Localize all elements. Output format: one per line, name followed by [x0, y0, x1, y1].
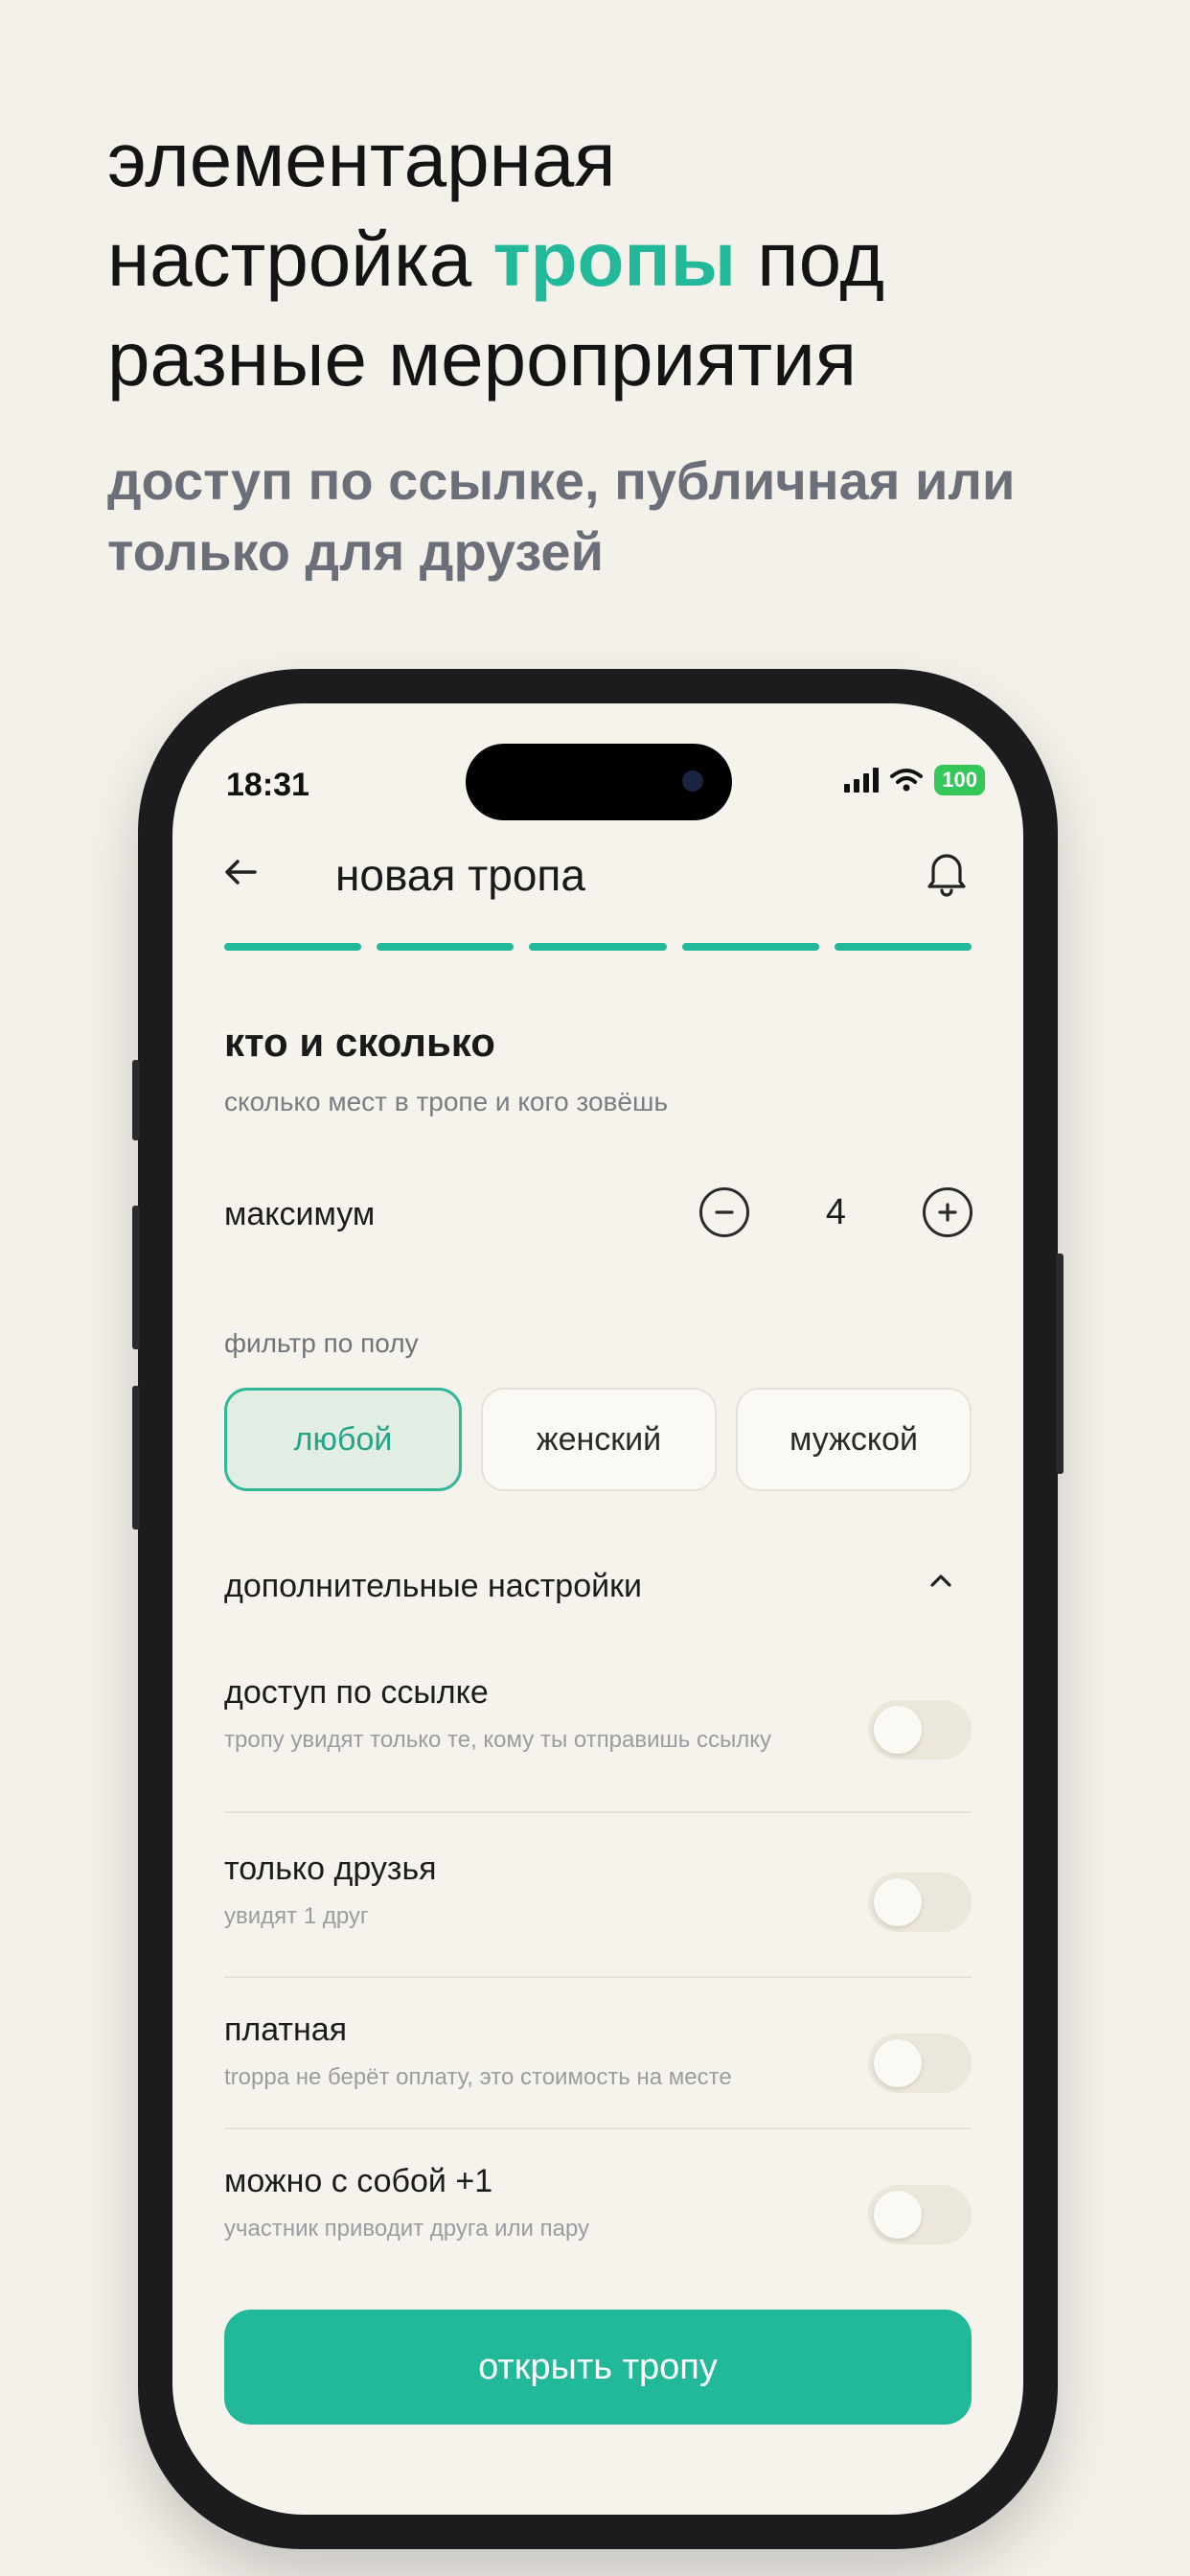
notifications-button[interactable]: [918, 843, 975, 901]
progress-step: [224, 943, 362, 951]
setting-description: тропу увидят только те, кому ты отправиш…: [224, 1727, 771, 1753]
phone-button-power: [1056, 1254, 1064, 1474]
section-title: кто и сколько: [224, 1020, 495, 1065]
setting-row-friends-only: только друзья увидят 1 друг: [224, 1813, 972, 1978]
page-title: новая тропа: [335, 850, 585, 900]
status-indicators: 100: [844, 765, 985, 795]
headline-line-2-post: под: [757, 217, 884, 302]
headline-line-1: элементарная: [107, 117, 616, 202]
section-subtitle: сколько мест в тропе и кого зовёшь: [224, 1087, 669, 1116]
promo-headline: элементарная настройка тропы под разные …: [107, 110, 1142, 409]
open-trail-button[interactable]: открыть тропу: [224, 2310, 972, 2425]
phone-button-volume-up: [132, 1206, 140, 1349]
progress-step: [529, 943, 667, 951]
setting-description: участник приводит друга или пару: [224, 2216, 590, 2242]
switch-knob: [874, 1706, 922, 1754]
headline-line-2-pre: настройка: [107, 217, 472, 302]
setting-description: troppa не берёт оплату, это стоимость на…: [224, 2064, 732, 2090]
setting-row-plus-one: можно с собой +1 участник приводит друга…: [224, 2129, 972, 2279]
progress-step: [834, 943, 973, 951]
setting-description: увидят 1 друг: [224, 1903, 369, 1929]
gender-filter-label: фильтр по полу: [224, 1328, 419, 1358]
status-time: 18:31: [226, 767, 309, 803]
link-access-switch[interactable]: [868, 1700, 972, 1760]
maximum-stepper: 4: [699, 1183, 973, 1242]
back-button[interactable]: [215, 845, 268, 899]
headline-line-2: настройка тропы под: [107, 210, 1142, 310]
switch-knob: [874, 1878, 922, 1926]
headline-line-3: разные мероприятия: [107, 316, 858, 402]
plus-circle-icon: [938, 1203, 957, 1222]
decrement-button[interactable]: [699, 1187, 749, 1237]
advanced-collapse-button[interactable]: [926, 1566, 956, 1605]
setting-title: платная: [224, 2012, 348, 2048]
maximum-label: максимум: [224, 1196, 376, 1232]
plus-one-switch[interactable]: [868, 2185, 972, 2244]
friends-only-switch[interactable]: [868, 1873, 972, 1932]
setting-title: можно с собой +1: [224, 2163, 493, 2199]
chevron-up-icon: [930, 1575, 951, 1587]
phone-button-volume-down: [132, 1386, 140, 1530]
bell-icon: [927, 854, 966, 897]
progress-step: [681, 943, 819, 951]
setting-title: только друзья: [224, 1851, 437, 1887]
arrow-left-icon: [225, 860, 257, 885]
headline-accent: тропы: [492, 217, 737, 302]
switch-knob: [874, 2191, 922, 2239]
step-progress: [224, 943, 973, 951]
setting-row-link-access: доступ по ссылке тропу увидят только те,…: [224, 1671, 972, 1813]
cellular-signal-icon: [844, 768, 880, 793]
battery-icon: 100: [934, 765, 985, 795]
dynamic-island: [466, 744, 732, 820]
advanced-settings-toggle[interactable]: дополнительные настройки: [224, 1568, 642, 1605]
gender-filter-options: любой женский мужской: [224, 1388, 972, 1491]
maximum-value: 4: [825, 1191, 847, 1232]
gender-option-male[interactable]: мужской: [736, 1388, 972, 1491]
advanced-settings-list: доступ по ссылке тропу увидят только те,…: [224, 1671, 972, 2279]
paid-switch[interactable]: [868, 2034, 972, 2093]
gender-option-any[interactable]: любой: [224, 1388, 462, 1491]
gender-option-female[interactable]: женский: [481, 1388, 717, 1491]
setting-title: доступ по ссылке: [224, 1674, 489, 1711]
app-screen: 18:31 100 новая тропа кто и сколько скол…: [172, 703, 1023, 2515]
minus-circle-icon: [715, 1210, 734, 1214]
wifi-icon: [890, 769, 924, 792]
progress-step: [377, 943, 515, 951]
phone-frame: 18:31 100 новая тропа кто и сколько скол…: [132, 669, 1064, 2549]
switch-knob: [874, 2039, 922, 2087]
setting-row-paid: платная troppa не берёт оплату, это стои…: [224, 1978, 972, 2129]
promo-subheadline: доступ по ссылке, публичная или только д…: [107, 450, 1016, 582]
increment-button[interactable]: [922, 1187, 973, 1237]
phone-button-mute: [132, 1060, 140, 1140]
camera-icon: [682, 770, 703, 792]
